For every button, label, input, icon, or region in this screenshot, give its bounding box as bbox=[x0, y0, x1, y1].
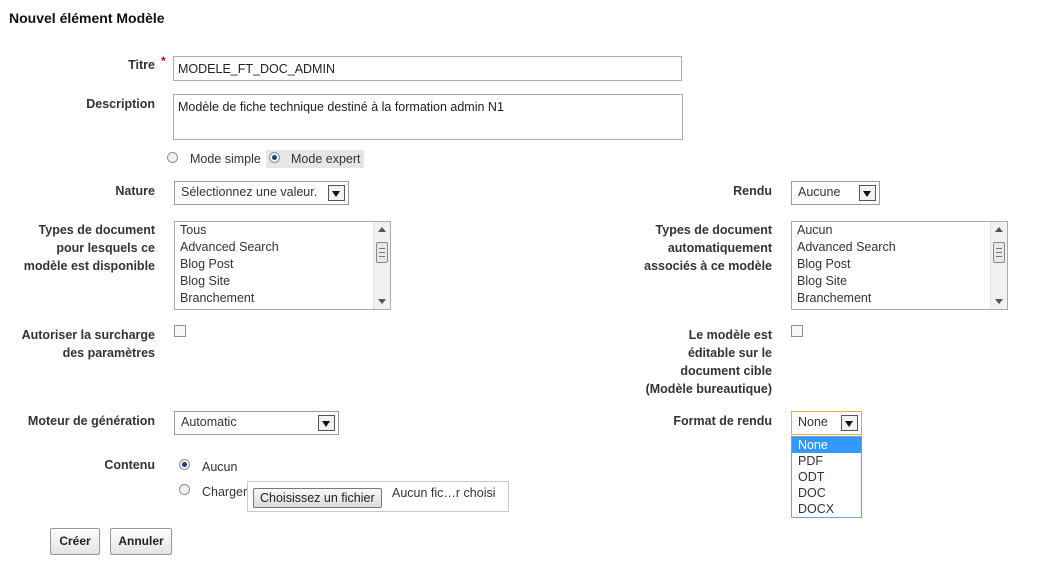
list-item[interactable]: Advanced Search bbox=[175, 239, 390, 256]
nature-value: Sélectionnez une valeur. bbox=[181, 185, 318, 199]
chevron-down-icon bbox=[328, 185, 345, 201]
page-title: Nouvel élément Modèle bbox=[9, 10, 165, 26]
scroll-up-icon[interactable] bbox=[378, 227, 386, 232]
list-item[interactable]: Aucun bbox=[792, 222, 1007, 239]
list-item[interactable]: Blog Post bbox=[175, 256, 390, 273]
chevron-down-icon bbox=[841, 415, 858, 431]
nature-select[interactable]: Sélectionnez une valeur. bbox=[174, 181, 349, 205]
mode-simple-radio[interactable] bbox=[167, 152, 178, 163]
scroll-down-icon[interactable] bbox=[995, 299, 1003, 304]
choose-file-button[interactable]: Choisissez un fichier bbox=[253, 488, 382, 508]
scroll-thumb[interactable] bbox=[993, 242, 1005, 263]
surcharge-label: Autoriser la surcharge des paramètres bbox=[21, 328, 155, 360]
editable-checkbox[interactable] bbox=[791, 325, 803, 337]
list-item[interactable]: Advanced Search bbox=[792, 239, 1007, 256]
surcharge-checkbox[interactable] bbox=[174, 325, 186, 337]
format-value: None bbox=[798, 415, 828, 429]
moteur-value: Automatic bbox=[181, 415, 237, 429]
chevron-down-icon bbox=[859, 185, 876, 201]
types-auto-label: Types de document automatiquement associ… bbox=[644, 223, 772, 273]
cancel-button[interactable]: Annuler bbox=[110, 528, 172, 555]
format-label: Format de rendu bbox=[673, 414, 772, 428]
scrollbar[interactable] bbox=[373, 222, 390, 309]
contenu-charger-radio[interactable] bbox=[179, 484, 190, 495]
rendu-value: Aucune bbox=[798, 185, 841, 199]
scrollbar[interactable] bbox=[990, 222, 1007, 309]
file-status: Aucun fic…r choisi bbox=[392, 486, 496, 500]
contenu-charger-label: Charger bbox=[202, 485, 248, 499]
titre-label: Titre bbox=[128, 58, 155, 72]
format-option[interactable]: None bbox=[792, 437, 861, 453]
list-item[interactable]: Branchement bbox=[792, 290, 1007, 307]
rendu-label: Rendu bbox=[733, 184, 772, 198]
list-item[interactable]: Blog Site bbox=[175, 273, 390, 290]
format-dropdown-list[interactable]: None PDF ODT DOC DOCX bbox=[791, 436, 862, 518]
scroll-thumb[interactable] bbox=[376, 242, 388, 263]
nature-label: Nature bbox=[115, 184, 155, 198]
mode-expert-radio[interactable] bbox=[269, 152, 280, 163]
editable-label: Le modèle est éditable sur le document c… bbox=[645, 328, 772, 396]
titre-input[interactable] bbox=[173, 56, 682, 81]
contenu-aucun-label: Aucun bbox=[202, 460, 238, 474]
list-item[interactable]: Tous bbox=[175, 222, 390, 239]
moteur-label: Moteur de génération bbox=[27, 414, 155, 428]
rendu-select[interactable]: Aucune bbox=[791, 181, 880, 205]
list-item[interactable]: Blog Post bbox=[792, 256, 1007, 273]
required-marker: * bbox=[161, 54, 166, 68]
scroll-up-icon[interactable] bbox=[995, 227, 1003, 232]
description-label: Description bbox=[86, 97, 155, 111]
mode-simple-label: Mode simple bbox=[190, 152, 261, 166]
mode-expert-label: Mode expert bbox=[291, 152, 361, 166]
format-option[interactable]: DOC bbox=[792, 485, 861, 501]
list-item[interactable]: Branchement bbox=[175, 290, 390, 307]
moteur-select[interactable]: Automatic bbox=[174, 411, 339, 435]
format-option[interactable]: DOCX bbox=[792, 501, 861, 517]
types-disponible-label: Types de document pour lesquels ce modèl… bbox=[23, 223, 155, 273]
format-option[interactable]: PDF bbox=[792, 453, 861, 469]
list-item[interactable]: Blog Site bbox=[792, 273, 1007, 290]
file-input[interactable]: Choisissez un fichier Aucun fic…r choisi bbox=[247, 481, 509, 512]
scroll-down-icon[interactable] bbox=[378, 299, 386, 304]
contenu-label: Contenu bbox=[104, 458, 155, 472]
format-select[interactable]: None bbox=[791, 411, 862, 435]
types-disponible-listbox[interactable]: Tous Advanced Search Blog Post Blog Site… bbox=[174, 221, 391, 310]
contenu-aucun-radio[interactable] bbox=[179, 459, 190, 470]
types-auto-listbox[interactable]: Aucun Advanced Search Blog Post Blog Sit… bbox=[791, 221, 1008, 310]
chevron-down-icon bbox=[318, 415, 335, 431]
description-textarea[interactable]: Modèle de fiche technique destiné à la f… bbox=[173, 94, 683, 140]
create-button[interactable]: Créer bbox=[50, 528, 100, 555]
format-option[interactable]: ODT bbox=[792, 469, 861, 485]
